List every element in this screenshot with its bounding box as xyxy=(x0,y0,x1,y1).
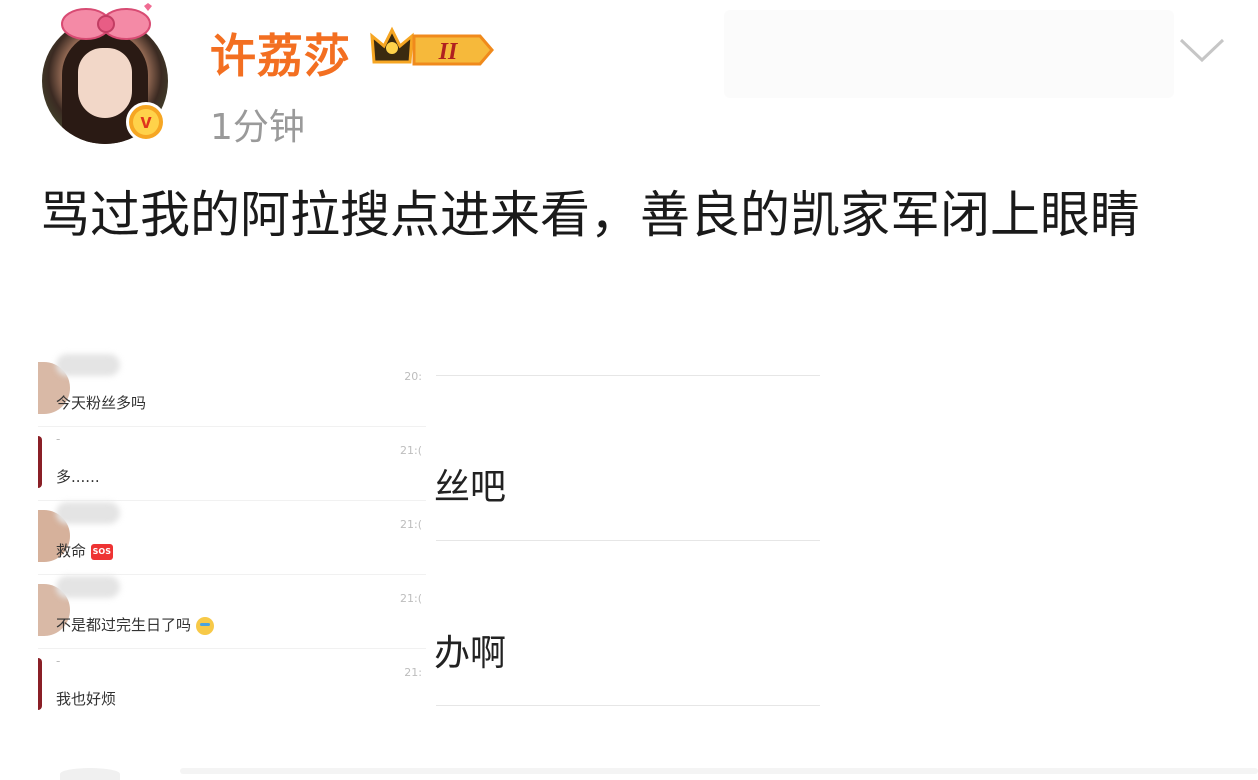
chat-time: 21: xyxy=(404,666,422,679)
sos-emoji-icon: SOS xyxy=(90,543,113,560)
chat-row: - 21: 我也好烦 xyxy=(38,648,426,722)
partial-text: 办啊 xyxy=(434,633,507,674)
next-post-preview xyxy=(180,768,1258,774)
divider xyxy=(436,375,820,376)
chat-time: 21:( xyxy=(400,518,422,531)
post-timestamp: 1分钟 xyxy=(210,107,305,148)
bow-decoration-icon xyxy=(61,3,152,40)
blurred-name xyxy=(56,354,120,376)
crying-emoji-icon xyxy=(195,616,214,635)
username[interactable]: 许荔莎 xyxy=(210,20,351,86)
chat-row: 21:( 救命 SOS xyxy=(38,500,426,575)
crown-level-icon[interactable]: II xyxy=(368,26,498,74)
chat-message: 多...... xyxy=(56,468,100,486)
blurred-name xyxy=(56,576,120,598)
chat-row: 21:( 不是都过完生日了吗 xyxy=(38,574,426,649)
chat-message: 救命 xyxy=(56,542,87,560)
chat-avatar xyxy=(38,658,42,710)
chat-avatar xyxy=(38,436,42,488)
verified-v-icon: v xyxy=(126,102,166,142)
embedded-chat-screenshot[interactable]: 20: 今天粉丝多吗 - 21:( 多...... 21:( 救命 SOS 21… xyxy=(38,352,426,728)
chevron-down-icon[interactable] xyxy=(1178,36,1226,64)
chat-time: 21:( xyxy=(400,592,422,605)
chat-time: 20: xyxy=(404,370,422,383)
divider xyxy=(436,540,820,541)
chat-message: 不是都过完生日了吗 xyxy=(56,616,192,634)
blurred-name xyxy=(56,502,120,524)
partial-text: 丝吧 xyxy=(434,467,507,508)
chat-message: 我也好烦 xyxy=(56,690,117,708)
avatar-face xyxy=(78,48,132,118)
chat-message-with-emoji: 救命 SOS xyxy=(56,540,113,561)
chat-message: 今天粉丝多吗 xyxy=(56,394,147,412)
chat-name-dash: - xyxy=(56,654,61,668)
chat-row: 20: 今天粉丝多吗 xyxy=(38,352,426,427)
level-text: II xyxy=(438,39,459,65)
chat-name-dash: - xyxy=(56,432,61,446)
chat-row: - 21:( 多...... xyxy=(38,426,426,501)
chat-time: 21:( xyxy=(400,444,422,457)
avatar[interactable]: v xyxy=(36,2,178,147)
chat-message-with-emoji: 不是都过完生日了吗 xyxy=(56,614,214,635)
divider xyxy=(436,705,820,706)
next-post-avatar xyxy=(60,768,120,780)
post-text: 骂过我的阿拉搜点进来看，善良的凯家军闭上眼睛 xyxy=(40,186,1140,244)
background-panel xyxy=(724,10,1174,98)
